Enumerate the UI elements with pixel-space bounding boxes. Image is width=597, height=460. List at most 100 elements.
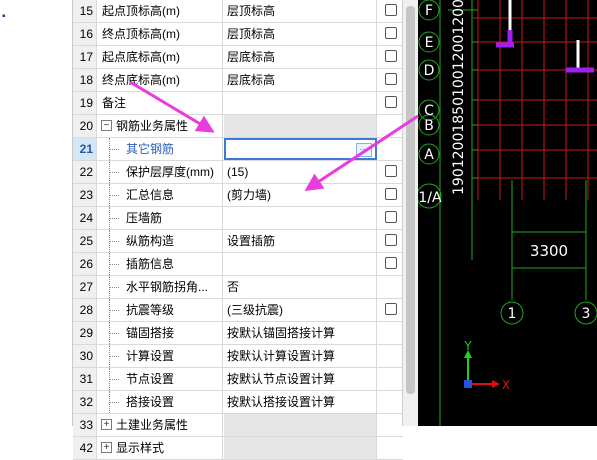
- property-row[interactable]: 21 其它钢筋 ···: [73, 138, 403, 161]
- property-label: 终点顶标高(m): [102, 27, 180, 41]
- property-group-row[interactable]: 20− 钢筋业务属性: [73, 115, 403, 138]
- row-number: 42: [73, 437, 97, 459]
- collapse-icon[interactable]: −: [101, 120, 112, 131]
- property-checkbox[interactable]: [385, 188, 397, 200]
- property-value-cell[interactable]: [224, 437, 377, 459]
- property-label: 钢筋业务属性: [116, 119, 189, 133]
- property-row[interactable]: 29 锚固搭接 按默认锚固搭接计算: [73, 322, 403, 345]
- property-row[interactable]: 28 抗震等级 (三级抗震): [73, 299, 403, 322]
- property-name-cell: + 土建业务属性: [98, 414, 223, 436]
- axis-label-3: 3: [582, 306, 591, 322]
- property-row[interactable]: 15 起点顶标高(m) 层顶标高: [73, 0, 403, 23]
- axis-label-b: B: [424, 118, 434, 134]
- property-name-cell: 其它钢筋: [98, 138, 223, 160]
- property-label: 纵筋构造: [126, 234, 175, 248]
- property-row[interactable]: 24 压墙筋: [73, 207, 403, 230]
- row-number: 29: [73, 322, 97, 344]
- row-number: 20: [73, 115, 97, 137]
- property-value-cell[interactable]: [224, 414, 377, 436]
- property-label: 压墙筋: [126, 211, 163, 225]
- property-name-cell: 搭接设置: [98, 391, 223, 413]
- property-name-cell: 终点顶标高(m): [98, 23, 223, 45]
- property-value-cell[interactable]: (三级抗震): [224, 299, 377, 321]
- property-value-cell[interactable]: [224, 253, 377, 275]
- property-name-cell: 备注: [98, 92, 223, 114]
- property-row[interactable]: 27 水平钢筋拐角... 否: [73, 276, 403, 299]
- property-checkbox[interactable]: [385, 211, 397, 223]
- property-value-cell[interactable]: 按默认锚固搭接计算: [224, 322, 377, 344]
- property-row[interactable]: 26 插筋信息: [73, 253, 403, 276]
- tree-guide-line: [105, 345, 119, 367]
- property-label: 保护层厚度(mm): [126, 165, 214, 179]
- property-value-cell[interactable]: 按默认搭接设置计算: [224, 391, 377, 413]
- row-number: 23: [73, 184, 97, 206]
- property-name-cell: 锚固搭接: [98, 322, 223, 344]
- row-number: 27: [73, 276, 97, 298]
- row-number: 15: [73, 0, 97, 22]
- property-label: 其它钢筋: [126, 142, 175, 156]
- tree-guide-line: [105, 322, 119, 344]
- property-value: 按默认计算设置计算: [227, 349, 336, 363]
- tree-guide-line: [105, 276, 119, 298]
- property-label: 显示样式: [116, 441, 165, 455]
- property-value: 按默认搭接设置计算: [227, 395, 336, 409]
- property-value-cell[interactable]: 按默认节点设置计算: [224, 368, 377, 390]
- property-row[interactable]: 32 搭接设置 按默认搭接设置计算: [73, 391, 403, 414]
- property-value-cell[interactable]: [224, 92, 377, 114]
- property-row[interactable]: 25 纵筋构造 设置插筋: [73, 230, 403, 253]
- property-row[interactable]: 17 起点底标高(m) 层底标高: [73, 46, 403, 69]
- axis-label-d: D: [424, 63, 435, 79]
- property-row[interactable]: 19 备注: [73, 92, 403, 115]
- property-checkbox[interactable]: [385, 27, 397, 39]
- property-checkbox[interactable]: [385, 96, 397, 108]
- property-value: 层底标高: [227, 73, 276, 87]
- property-grid-scrollbar[interactable]: [402, 0, 418, 426]
- tree-guide-line: [105, 230, 119, 252]
- property-row[interactable]: 23 汇总信息 (剪力墙): [73, 184, 403, 207]
- property-checkbox[interactable]: [385, 257, 397, 269]
- row-number: 26: [73, 253, 97, 275]
- property-checkbox[interactable]: [385, 165, 397, 177]
- property-value-cell[interactable]: 层顶标高: [224, 0, 377, 22]
- property-value-editor[interactable]: ···: [224, 138, 377, 160]
- property-row[interactable]: 30 计算设置 按默认计算设置计算: [73, 345, 403, 368]
- property-checkbox[interactable]: [385, 4, 397, 16]
- axis-label-1: 1: [508, 306, 517, 322]
- row-number: 21: [73, 138, 97, 160]
- cad-drawing-canvas[interactable]: F E D C B A 1/A 190120018501001200120025…: [418, 0, 597, 426]
- property-value-cell[interactable]: 否: [224, 276, 377, 298]
- property-value-cell[interactable]: (剪力墙): [224, 184, 377, 206]
- property-checkbox[interactable]: [385, 73, 397, 85]
- property-value-cell[interactable]: 按默认计算设置计算: [224, 345, 377, 367]
- property-checkbox[interactable]: [385, 303, 397, 315]
- row-number: 30: [73, 345, 97, 367]
- property-value-cell[interactable]: 层底标高: [224, 69, 377, 91]
- property-checkbox[interactable]: [385, 234, 397, 246]
- property-value-cell[interactable]: [224, 207, 377, 229]
- property-name-cell: − 钢筋业务属性: [98, 115, 223, 137]
- expand-icon[interactable]: +: [101, 442, 112, 453]
- ellipsis-button[interactable]: ···: [356, 143, 372, 157]
- property-checkbox[interactable]: [385, 50, 397, 62]
- property-row[interactable]: 16 终点顶标高(m) 层顶标高: [73, 23, 403, 46]
- expand-icon[interactable]: +: [101, 419, 112, 430]
- property-row[interactable]: 18 终点底标高(m) 层底标高: [73, 69, 403, 92]
- row-number: 19: [73, 92, 97, 114]
- row-number: 16: [73, 23, 97, 45]
- property-row[interactable]: 31 节点设置 按默认节点设置计算: [73, 368, 403, 391]
- property-label: 锚固搭接: [126, 326, 175, 340]
- property-value-cell[interactable]: 层顶标高: [224, 23, 377, 45]
- scrollbar-thumb[interactable]: [406, 6, 415, 394]
- property-value-cell[interactable]: [224, 115, 377, 137]
- property-value-cell[interactable]: 设置插筋: [224, 230, 377, 252]
- property-label: 搭接设置: [126, 395, 175, 409]
- property-group-row[interactable]: 42 + 显示样式: [73, 437, 403, 460]
- property-value-cell[interactable]: (15): [224, 161, 377, 183]
- vertical-dimension-text: 1901200185010012001200250: [451, 0, 467, 195]
- property-value-cell[interactable]: 层底标高: [224, 46, 377, 68]
- property-value: 层底标高: [227, 50, 276, 64]
- row-number: 25: [73, 230, 97, 252]
- property-name-cell: 节点设置: [98, 368, 223, 390]
- property-row[interactable]: 22 保护层厚度(mm) (15): [73, 161, 403, 184]
- property-value: (三级抗震): [227, 303, 283, 317]
